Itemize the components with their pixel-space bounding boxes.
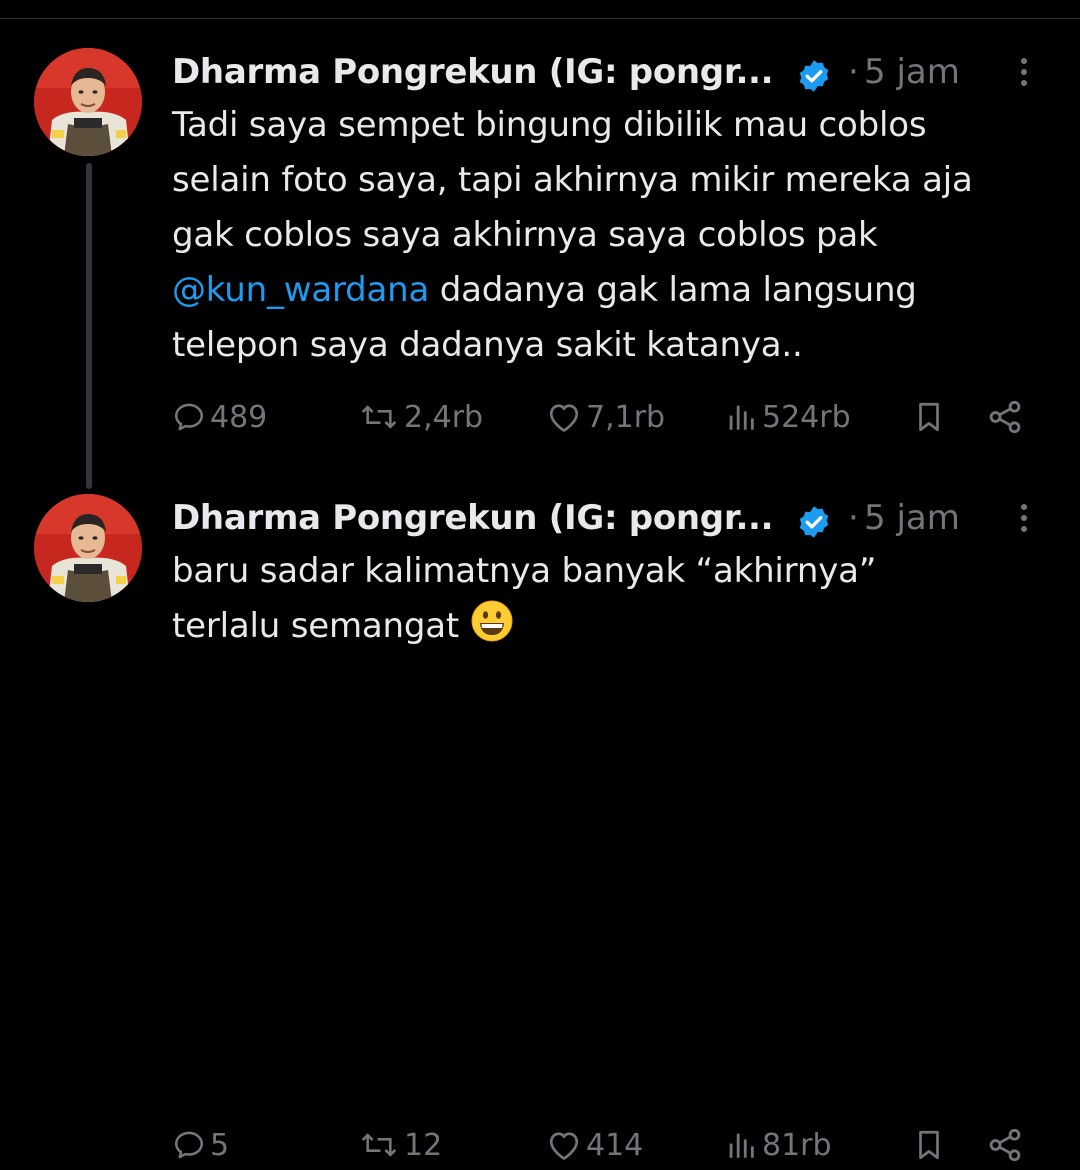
- tweet-text: baru sadar kalimatnya banyak “akhirnya” …: [172, 544, 1062, 654]
- reply-icon: [174, 1131, 204, 1159]
- tweet-actions: 5 12 414 81rb: [172, 1120, 1042, 1170]
- author-name[interactable]: Dharma Pongrekun (IG: pongr...: [172, 52, 774, 92]
- analytics-icon: [729, 1133, 754, 1158]
- like-button[interactable]: 7,1rb: [546, 392, 665, 442]
- tweet-text-line: selain foto saya, tapi akhirnya mikir me…: [172, 160, 973, 200]
- tweet-text: Tadi saya sempet bingung dibilik mau cob…: [172, 98, 1062, 373]
- mention-link[interactable]: @kun_wardana: [172, 270, 429, 310]
- tweet-text-line: gak coblos saya akhirnya saya coblos pak: [172, 215, 878, 255]
- more-options-icon[interactable]: [1010, 500, 1038, 540]
- heart-icon: [549, 1132, 579, 1160]
- more-options-icon[interactable]: [1010, 54, 1038, 94]
- bookmark-icon: [919, 402, 939, 432]
- repost-count: 2,4rb: [404, 399, 484, 435]
- avatar[interactable]: [34, 494, 142, 602]
- tweet-text-line: @kun_wardana dadanya gak lama langsung: [172, 263, 1062, 318]
- reply-icon: [174, 403, 204, 431]
- verified-badge-icon: [796, 504, 832, 540]
- separator-dot: ·: [848, 498, 859, 538]
- timestamp[interactable]: 5 jam: [864, 498, 960, 538]
- repost-icon: [361, 1133, 397, 1157]
- tweet-text-segment: terlalu semangat: [172, 606, 459, 646]
- tweet-actions: 489 2,4rb 7,1rb 524rb: [172, 392, 1042, 442]
- tweet-text-line: telepon saya dadanya sakit katanya..: [172, 325, 803, 365]
- views-button[interactable]: 81rb: [724, 1120, 832, 1170]
- repost-icon: [361, 405, 397, 429]
- thread-connector-line: [86, 163, 92, 489]
- repost-button[interactable]: 2,4rb: [358, 392, 483, 442]
- repost-button[interactable]: 12: [358, 1120, 442, 1170]
- author-name[interactable]: Dharma Pongrekun (IG: pongr...: [172, 498, 774, 538]
- reply-count: 489: [210, 399, 268, 435]
- tweet-text-line: Tadi saya sempet bingung dibilik mau cob…: [172, 105, 927, 145]
- tweet-text-line: terlalu semangat: [172, 599, 1062, 654]
- grinning-face-emoji-icon: [470, 599, 514, 643]
- reply-button[interactable]: 5: [172, 1120, 229, 1170]
- bookmark-button[interactable]: [912, 1120, 946, 1170]
- avatar[interactable]: [34, 48, 142, 156]
- tweet-text-segment: dadanya gak lama langsung: [429, 270, 917, 310]
- share-button[interactable]: [986, 1120, 1024, 1170]
- share-icon: [989, 1128, 1021, 1162]
- share-icon: [989, 400, 1021, 434]
- timestamp[interactable]: 5 jam: [864, 52, 960, 92]
- verified-badge-icon: [796, 58, 832, 94]
- like-count: 7,1rb: [586, 399, 666, 435]
- reply-button[interactable]: 489: [172, 392, 267, 442]
- reply-count: 5: [210, 1127, 230, 1163]
- share-button[interactable]: [986, 392, 1024, 442]
- views-button[interactable]: 524rb: [724, 392, 851, 442]
- like-count: 414: [586, 1127, 644, 1163]
- tweet-header: Dharma Pongrekun (IG: pongr... · 5 jam: [172, 46, 1052, 96]
- view-count: 81rb: [762, 1127, 832, 1163]
- top-divider: [0, 18, 1080, 19]
- bookmark-icon: [919, 1130, 939, 1160]
- tweet-text-line: baru sadar kalimatnya banyak “akhirnya”: [172, 551, 877, 591]
- view-count: 524rb: [762, 399, 851, 435]
- analytics-icon: [729, 405, 754, 430]
- tweet-header: Dharma Pongrekun (IG: pongr... · 5 jam: [172, 492, 1052, 542]
- heart-icon: [549, 404, 579, 432]
- like-button[interactable]: 414: [546, 1120, 643, 1170]
- bookmark-button[interactable]: [912, 392, 946, 442]
- repost-count: 12: [404, 1127, 443, 1163]
- separator-dot: ·: [848, 52, 859, 92]
